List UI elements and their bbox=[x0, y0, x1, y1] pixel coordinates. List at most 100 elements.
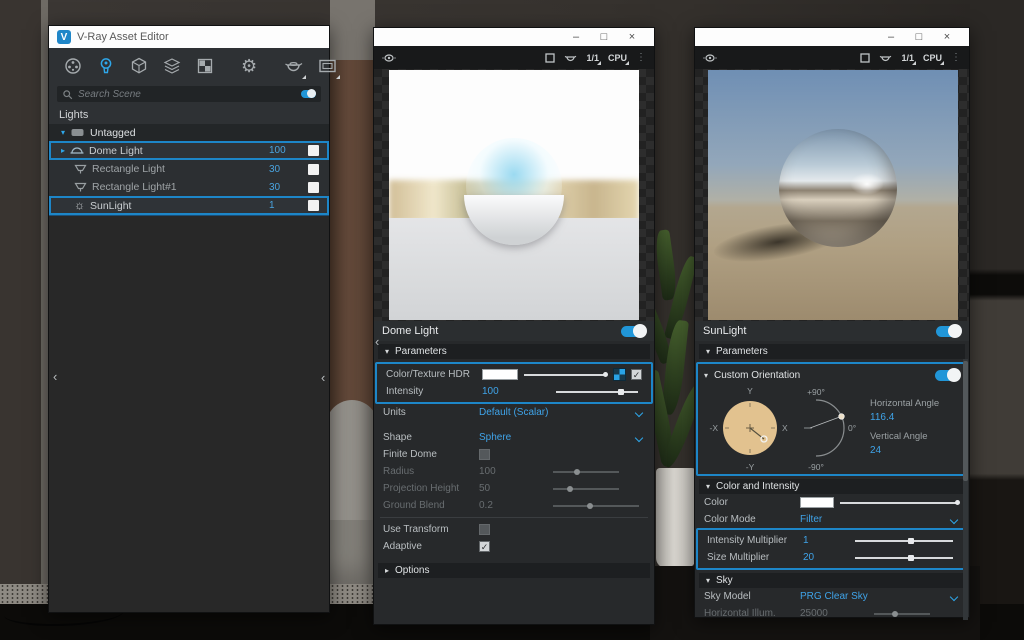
light-enabled-checkbox[interactable] bbox=[308, 145, 319, 156]
more-menu-icon[interactable]: ⋮ bbox=[951, 52, 961, 63]
param-value[interactable]: Sphere bbox=[479, 432, 511, 443]
group-collapse-icon[interactable]: ▾ bbox=[61, 128, 65, 137]
color-swatch[interactable] bbox=[800, 497, 834, 508]
chevron-down-icon[interactable] bbox=[950, 515, 958, 523]
light-row-rectangle-1[interactable]: Rectangle Light#1 30 bbox=[49, 178, 329, 196]
dropdown-corner bbox=[597, 61, 601, 65]
render-teapot-icon[interactable] bbox=[879, 52, 892, 63]
color-slider[interactable] bbox=[840, 497, 960, 509]
titlebar[interactable]: – □ × bbox=[695, 28, 969, 46]
frame-ratio-button[interactable]: 1/1 bbox=[586, 53, 599, 63]
param-value[interactable]: Filter bbox=[800, 514, 822, 525]
intensity-multiplier-slider[interactable] bbox=[855, 535, 957, 547]
materials-button[interactable] bbox=[63, 55, 83, 77]
light-enabled-toggle[interactable] bbox=[621, 326, 646, 337]
size-multiplier-slider[interactable] bbox=[855, 552, 957, 564]
search-input[interactable]: Search Scene bbox=[57, 86, 321, 102]
maximize-button[interactable]: □ bbox=[590, 27, 618, 47]
region-render-icon[interactable] bbox=[860, 53, 870, 63]
asset-editor-collapse-right-icon[interactable]: ‹ bbox=[321, 370, 325, 385]
horizontal-angle-value[interactable]: 116.4 bbox=[870, 412, 939, 423]
maximize-button[interactable]: □ bbox=[905, 27, 933, 47]
asset-editor-titlebar[interactable]: V V-Ray Asset Editor bbox=[49, 26, 329, 48]
collapse-icon: ▾ bbox=[706, 576, 710, 585]
chevron-down-icon[interactable] bbox=[635, 433, 643, 441]
custom-orientation-header[interactable]: ▾ Custom Orientation bbox=[698, 366, 966, 384]
minimize-button[interactable]: – bbox=[877, 27, 905, 47]
light-row-dome[interactable]: ▸ Dome Light 100 bbox=[49, 141, 329, 160]
param-value[interactable]: PRG Clear Sky bbox=[800, 591, 868, 602]
slider-handle[interactable] bbox=[618, 389, 624, 395]
scrollbar-thumb[interactable] bbox=[963, 361, 968, 481]
param-value[interactable]: 1 bbox=[803, 535, 855, 546]
parameters-section-header[interactable]: ▾ Parameters bbox=[378, 344, 650, 359]
light-enabled-checkbox[interactable] bbox=[308, 182, 319, 193]
engine-selector-button[interactable]: CPU bbox=[923, 53, 942, 63]
texture-enabled-checkbox[interactable]: ✓ bbox=[631, 369, 642, 380]
geometry-button[interactable] bbox=[129, 55, 149, 77]
slider-handle[interactable] bbox=[603, 372, 608, 377]
light-enabled-checkbox[interactable] bbox=[308, 164, 319, 175]
close-button[interactable]: × bbox=[618, 27, 646, 47]
slider-handle[interactable] bbox=[908, 555, 914, 561]
asset-editor-collapse-left-icon[interactable]: ‹ bbox=[53, 369, 57, 384]
textures-button[interactable] bbox=[195, 55, 215, 77]
close-button[interactable]: × bbox=[933, 27, 961, 47]
region-render-icon[interactable] bbox=[545, 53, 555, 63]
slider-track bbox=[553, 505, 639, 507]
follow-mouse-icon[interactable] bbox=[703, 52, 717, 64]
custom-orientation-toggle[interactable] bbox=[935, 370, 960, 381]
layers-button[interactable] bbox=[162, 55, 182, 77]
light-intensity-value[interactable]: 30 bbox=[269, 182, 303, 193]
light-row-rectangle[interactable]: Rectangle Light 30 bbox=[49, 160, 329, 178]
more-menu-icon[interactable]: ⋮ bbox=[636, 52, 646, 63]
adaptive-checkbox[interactable]: ✓ bbox=[479, 541, 490, 552]
param-row-sky-model[interactable]: Sky Model PRG Clear Sky bbox=[695, 588, 969, 605]
param-value[interactable]: 100 bbox=[482, 386, 556, 397]
frame-buffer-button[interactable] bbox=[317, 55, 338, 77]
orientation-dials[interactable]: Y -X X -Y +90° 0° -90° bbox=[698, 384, 864, 472]
chevron-down-icon[interactable] bbox=[635, 408, 643, 416]
vertical-angle-arc[interactable] bbox=[816, 400, 844, 456]
param-value[interactable]: Default (Scalar) bbox=[479, 407, 548, 418]
texture-slot-icon[interactable] bbox=[613, 368, 626, 381]
sky-section-header[interactable]: ▾ Sky bbox=[699, 573, 965, 588]
light-intensity-value[interactable]: 100 bbox=[269, 145, 303, 156]
titlebar[interactable]: – □ × bbox=[374, 28, 654, 46]
parameters-section-header[interactable]: ▾ Parameters bbox=[699, 344, 965, 359]
param-row-color-mode[interactable]: Color Mode Filter bbox=[695, 511, 969, 528]
minimize-button[interactable]: – bbox=[562, 27, 590, 47]
lights-button[interactable] bbox=[96, 55, 116, 77]
follow-mouse-icon[interactable] bbox=[382, 52, 396, 64]
engine-selector-button[interactable]: CPU bbox=[608, 53, 627, 63]
vertical-angle-value[interactable]: 24 bbox=[870, 445, 939, 456]
slider-handle[interactable] bbox=[955, 500, 960, 505]
light-intensity-value[interactable]: 30 bbox=[269, 164, 303, 175]
chevron-down-icon[interactable] bbox=[950, 592, 958, 600]
color-intensity-section-header[interactable]: ▾ Color and Intensity bbox=[699, 479, 965, 494]
use-transform-checkbox[interactable] bbox=[479, 524, 490, 535]
light-enabled-toggle[interactable] bbox=[936, 326, 961, 337]
slider-handle[interactable] bbox=[908, 538, 914, 544]
render-button[interactable] bbox=[283, 55, 304, 77]
intensity-slider[interactable] bbox=[556, 386, 642, 398]
geometry-icon bbox=[129, 56, 149, 76]
color-swatch[interactable] bbox=[482, 369, 518, 380]
light-row-sunlight[interactable]: ☼ SunLight 1 bbox=[49, 196, 329, 215]
frame-ratio-button[interactable]: 1/1 bbox=[901, 53, 914, 63]
render-teapot-icon[interactable] bbox=[564, 52, 577, 63]
settings-button[interactable]: ⚙ bbox=[241, 55, 257, 77]
params-scrollbar[interactable] bbox=[963, 359, 968, 620]
param-value[interactable]: 20 bbox=[803, 552, 855, 563]
light-intensity-value[interactable]: 1 bbox=[269, 200, 303, 211]
search-filter-toggle[interactable] bbox=[301, 90, 316, 98]
color-slider[interactable] bbox=[524, 369, 608, 381]
finite-dome-checkbox[interactable] bbox=[479, 449, 490, 460]
group-row-untagged[interactable]: ▾ Untagged bbox=[49, 124, 329, 141]
expand-icon[interactable]: ▸ bbox=[61, 146, 65, 155]
options-section-header[interactable]: ▸ Options bbox=[378, 563, 650, 578]
dome-window-collapse-icon[interactable]: ‹ bbox=[375, 334, 379, 349]
light-enabled-checkbox[interactable] bbox=[308, 200, 319, 211]
param-row-units[interactable]: Units Default (Scalar) bbox=[374, 404, 654, 421]
param-row-shape[interactable]: Shape Sphere bbox=[374, 429, 654, 446]
